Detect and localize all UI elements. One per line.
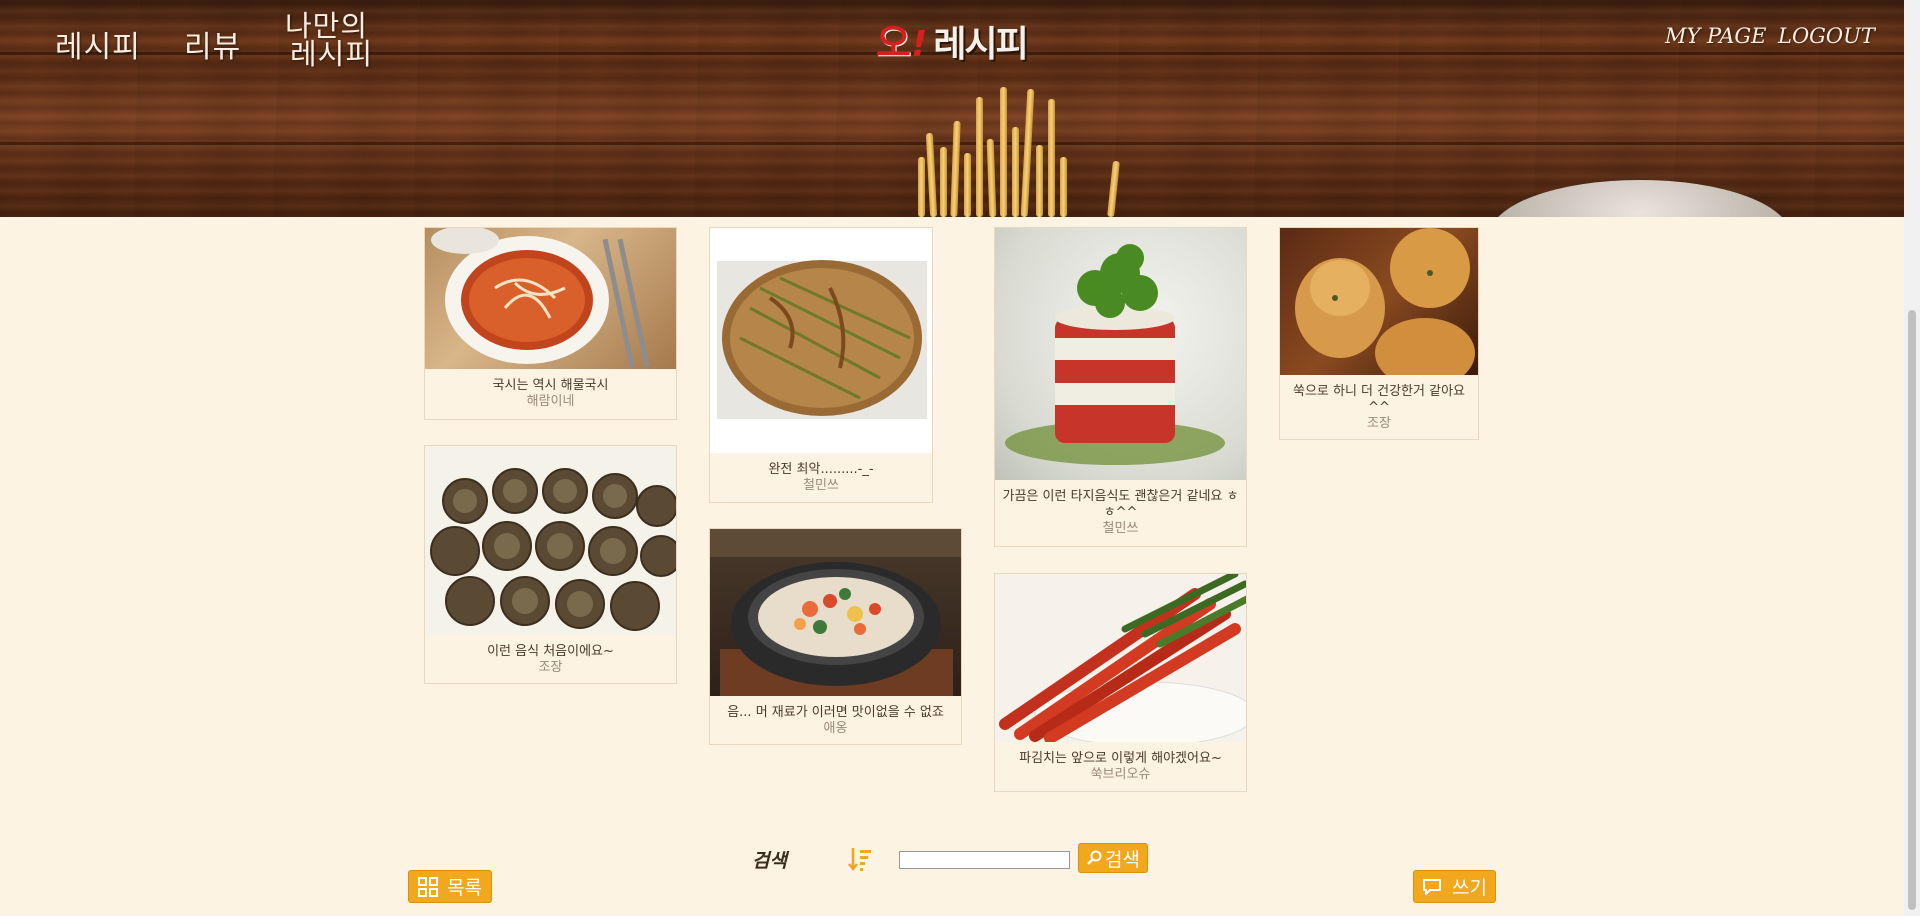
post-card[interactable]: 가끔은 이런 타지음식도 괜찮은거 같네요 ㅎㅎ^^ 철민쓰 (994, 227, 1247, 547)
logout-link[interactable]: LOGOUT (1778, 24, 1875, 48)
mugwort-bread-image (1295, 228, 1475, 375)
site-logo[interactable]: 오 ! 레시피 (876, 12, 1029, 67)
post-card[interactable]: 완전 최악.........-_- 철민쓰 (709, 227, 933, 503)
post-title[interactable]: 음... 머 재료가 이러면 맛이없을 수 없죠 (710, 705, 961, 721)
post-card[interactable]: 파김치는 앞으로 이렇게 해야겠어요~ 쑥브리오슈 (994, 573, 1247, 792)
search-button-label: 검색 (1105, 848, 1140, 871)
post-image[interactable] (995, 228, 1246, 480)
post-card[interactable]: 음... 머 재료가 이러면 맛이없을 수 없죠 애옹 (709, 528, 962, 745)
comment-icon (1423, 878, 1442, 895)
green-onion-kimchi-image (999, 574, 1246, 742)
search-label: 검색 (752, 850, 787, 872)
plate-image (1490, 180, 1790, 217)
sort-icon[interactable] (848, 846, 872, 872)
noodle-soup-image (431, 228, 650, 367)
pancake-image (717, 260, 927, 419)
post-title[interactable]: 가끔은 이런 타지음식도 괜찮은거 같네요 ㅎㅎ^^ (995, 489, 1246, 521)
post-title[interactable]: 국시는 역시 해물국시 (425, 378, 676, 394)
post-author: 애옹 (823, 721, 848, 736)
post-author: 해람이네 (526, 394, 575, 409)
post-author: 조장 (1367, 416, 1391, 431)
sundae-image (425, 446, 676, 635)
logo-text: 레시피 (933, 24, 1028, 65)
bibimbap-image (710, 529, 961, 696)
nav-my-recipe-line2: 레시피 (290, 37, 374, 71)
tofu-tomato-image (1005, 244, 1225, 465)
logo-exclamation: ! (910, 24, 928, 65)
post-image[interactable] (710, 529, 961, 696)
grid-icon (418, 876, 439, 897)
post-card[interactable]: 이런 음식 처음이에요~ 조장 (424, 445, 677, 684)
list-button-label: 목록 (447, 877, 482, 899)
mypage-link[interactable]: MY PAGE (1665, 24, 1767, 48)
post-image[interactable] (1280, 228, 1478, 375)
nav-my-recipe-line1: 나만의 (285, 9, 369, 43)
write-button[interactable]: 쓰기 (1413, 870, 1496, 903)
search-icon (1087, 850, 1102, 865)
logo-o: 오 (876, 21, 911, 65)
post-author: 철민쓰 (803, 478, 839, 493)
post-title[interactable]: 완전 최악.........-_- (710, 462, 932, 478)
nav-recipe[interactable]: 레시피 (55, 22, 141, 66)
search-input[interactable] (899, 851, 1070, 869)
write-button-label: 쓰기 (1452, 877, 1487, 899)
post-author: 조장 (538, 660, 563, 675)
post-title[interactable]: 쑥으로 하니 더 건강한거 같아요 ^^ (1280, 384, 1478, 416)
post-card[interactable]: 쑥으로 하니 더 건강한거 같아요 ^^ 조장 (1279, 227, 1479, 440)
post-image[interactable] (425, 228, 676, 369)
scrollbar-thumb[interactable] (1908, 310, 1916, 910)
post-title[interactable]: 이런 음식 처음이에요~ (425, 644, 676, 660)
page-scrollbar[interactable] (1904, 0, 1920, 916)
nav-review[interactable]: 리뷰 (184, 22, 241, 66)
nav-my-recipe[interactable]: 나만의 레시피 (280, 9, 374, 71)
post-card[interactable]: 국시는 역시 해물국시 해람이네 (424, 227, 677, 420)
search-button[interactable]: 검색 (1078, 843, 1148, 873)
post-title[interactable]: 파김치는 앞으로 이렇게 해야겠어요~ (995, 751, 1246, 767)
post-author: 쑥브리오슈 (1090, 767, 1151, 782)
post-image[interactable] (425, 446, 676, 635)
post-image[interactable] (710, 228, 932, 453)
header-banner: 레시피 리뷰 나만의 레시피 오 ! 레시피 MY PAGE LOGOUT (0, 0, 1904, 217)
list-button[interactable]: 목록 (408, 870, 492, 903)
post-image[interactable] (995, 574, 1246, 742)
post-author: 철민쓰 (1102, 521, 1139, 536)
